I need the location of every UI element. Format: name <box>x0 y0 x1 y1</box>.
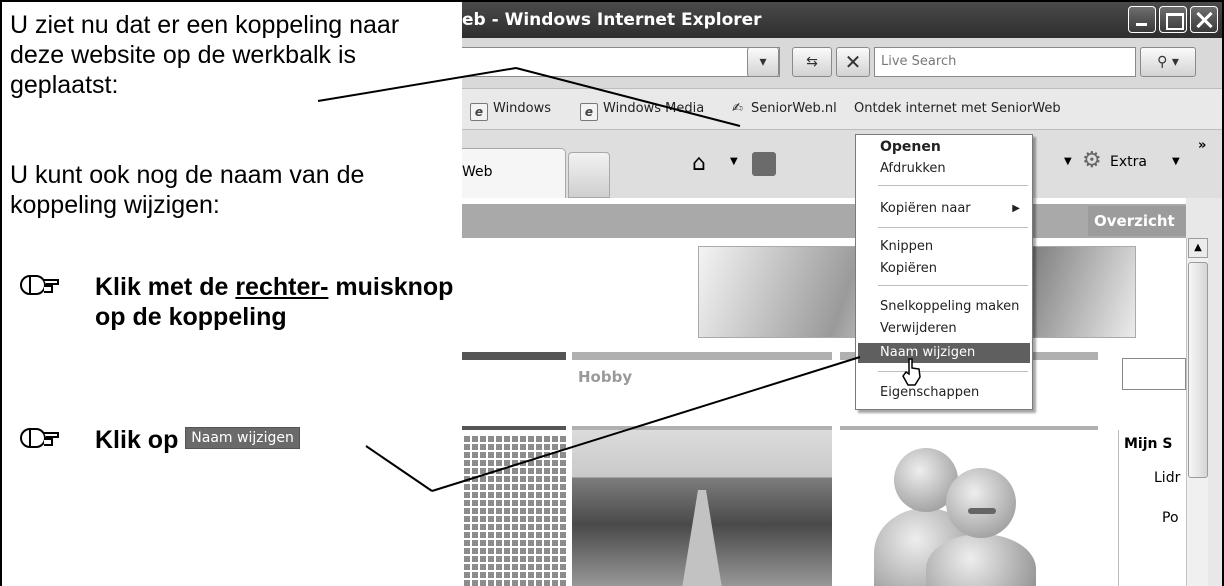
step-1-text: Klik met de rechter- muisknop op de kopp… <box>95 272 455 332</box>
chevron-down-icon[interactable]: ▾ <box>747 47 779 77</box>
new-tab-button[interactable] <box>568 152 610 198</box>
ie-page-icon: e <box>470 103 488 121</box>
menu-item-kopieren-naar[interactable]: Kopiëren naar ▶ <box>858 199 1030 219</box>
address-input[interactable] <box>462 47 780 77</box>
search-input[interactable]: Live Search <box>874 47 1136 77</box>
link-windows[interactable]: e Windows <box>470 89 551 129</box>
link-label: Windows Media <box>603 101 705 116</box>
link-ontdek-internet[interactable]: Ontdek internet met SeniorWeb <box>854 89 1061 129</box>
section-divider <box>840 426 1098 430</box>
links-toolbar: e Windows e Windows Media ✍ SeniorWeb.nl On… <box>462 88 1222 130</box>
address-bar: ▾ ⇆ ✕ Live Search ⚲ ▾ <box>462 38 1222 88</box>
menu-separator <box>878 285 1028 286</box>
refresh-icon[interactable]: ⇆ <box>792 47 832 77</box>
category-bar <box>572 352 832 360</box>
users-icon[interactable] <box>874 442 1062 586</box>
menu-item-openen[interactable]: Openen <box>858 137 1030 157</box>
step-1-underlined: rechter- <box>235 273 329 301</box>
close-button[interactable] <box>1190 6 1218 33</box>
mijn-heading: Mijn S <box>1124 436 1173 452</box>
title-bar: eb - Windows Internet Explorer <box>462 2 1222 38</box>
menu-item-afdrukken[interactable]: Afdrukken <box>858 159 1030 179</box>
search-icon[interactable]: ⚲ ▾ <box>1140 47 1196 77</box>
chevron-down-icon[interactable]: ▼ <box>730 156 738 167</box>
sidebar-panel <box>1118 430 1186 586</box>
browser-window: eb - Windows Internet Explorer ▾ ⇆ ✕ Liv… <box>462 0 1224 586</box>
category-bar <box>462 352 566 360</box>
section-divider <box>462 426 566 430</box>
instruction-panel: U ziet nu dat er een koppeling naar deze… <box>0 0 462 586</box>
tab-active[interactable]: Web <box>462 148 566 198</box>
window-title: eb - Windows Internet Explorer <box>462 10 762 30</box>
home-icon[interactable]: ⌂ <box>692 152 720 176</box>
submenu-arrow-icon: ▶ <box>1012 203 1020 214</box>
menu-item-knippen[interactable]: Knippen <box>858 237 1030 257</box>
ie-page-icon: e <box>580 103 598 121</box>
link-label: Ontdek internet met SeniorWeb <box>854 101 1061 116</box>
login-input[interactable] <box>1122 358 1186 390</box>
window-controls <box>1128 6 1218 33</box>
rename-button-sample: Naam wijzigen <box>185 427 300 449</box>
page-header-bar: Overzicht <box>462 204 1186 238</box>
menu-item-label: Kopiëren naar <box>880 201 971 216</box>
tab-bar: Web ⌂ ▼ ▼ ⚙ Extra ▼ » <box>462 130 1222 198</box>
link-label: Windows <box>493 101 552 116</box>
menu-separator <box>878 227 1028 228</box>
scroll-thumb[interactable] <box>1188 262 1208 478</box>
hobby-category[interactable]: Hobby <box>578 368 632 386</box>
maximize-button[interactable] <box>1159 6 1187 33</box>
instruction-text-1: U ziet nu dat er een koppeling naar deze… <box>10 11 400 99</box>
po-text: Po <box>1162 510 1179 526</box>
chevron-down-icon[interactable]: ▼ <box>1172 156 1180 167</box>
grid-thumbnail[interactable] <box>462 434 566 586</box>
minimize-button[interactable] <box>1128 6 1156 33</box>
link-seniorweb[interactable]: ✍ SeniorWeb.nl <box>732 89 837 129</box>
overzicht-link[interactable]: Overzicht <box>1088 206 1186 236</box>
gear-icon[interactable]: ⚙ <box>1082 148 1102 173</box>
step-2-text: Klik op Naam wijzigen <box>95 425 455 455</box>
instruction-text-2: U kunt ook nog de naam van de koppeling … <box>10 161 365 219</box>
stop-icon[interactable]: ✕ <box>836 47 870 77</box>
link-label: SeniorWeb.nl <box>751 101 837 116</box>
scroll-up-arrow-icon[interactable]: ▲ <box>1188 238 1208 258</box>
person-head <box>946 468 1016 538</box>
menu-item-naam-wijzigen[interactable]: Naam wijzigen <box>858 343 1030 363</box>
menu-separator <box>878 371 1028 372</box>
mouse-cursor-icon <box>902 358 921 386</box>
extra-menu[interactable]: Extra <box>1110 154 1147 170</box>
menu-item-kopieren[interactable]: Kopiëren <box>858 259 1030 279</box>
step-2-prefix: Klik op <box>95 426 186 454</box>
pointing-hand-icon <box>20 275 59 295</box>
chevron-more-icon[interactable]: » <box>1198 138 1206 153</box>
seniorweb-icon: ✍ <box>732 101 743 116</box>
lidr-text: Lidr <box>1154 470 1181 486</box>
vertical-scrollbar[interactable]: ▲ <box>1186 238 1208 586</box>
menu-item-verwijderen[interactable]: Verwijderen <box>858 319 1030 339</box>
step-1-prefix: Klik met de <box>95 273 236 301</box>
menu-separator <box>878 185 1028 186</box>
lavender-field-image[interactable] <box>572 430 832 586</box>
link-windows-media[interactable]: e Windows Media <box>580 89 704 129</box>
context-menu: Openen Afdrukken Kopiëren naar ▶ Knippen… <box>855 134 1033 410</box>
chevron-down-icon[interactable]: ▼ <box>1064 156 1072 167</box>
menu-item-eigenschappen[interactable]: Eigenschappen <box>858 383 1030 403</box>
menu-item-snelkoppeling-maken[interactable]: Snelkoppeling maken <box>858 297 1030 317</box>
pointing-hand-icon <box>20 428 59 448</box>
feed-icon[interactable] <box>752 152 776 176</box>
mustache <box>968 508 996 514</box>
web-page: Overzicht Hobby Mijn S Lidr Po <box>462 198 1186 586</box>
